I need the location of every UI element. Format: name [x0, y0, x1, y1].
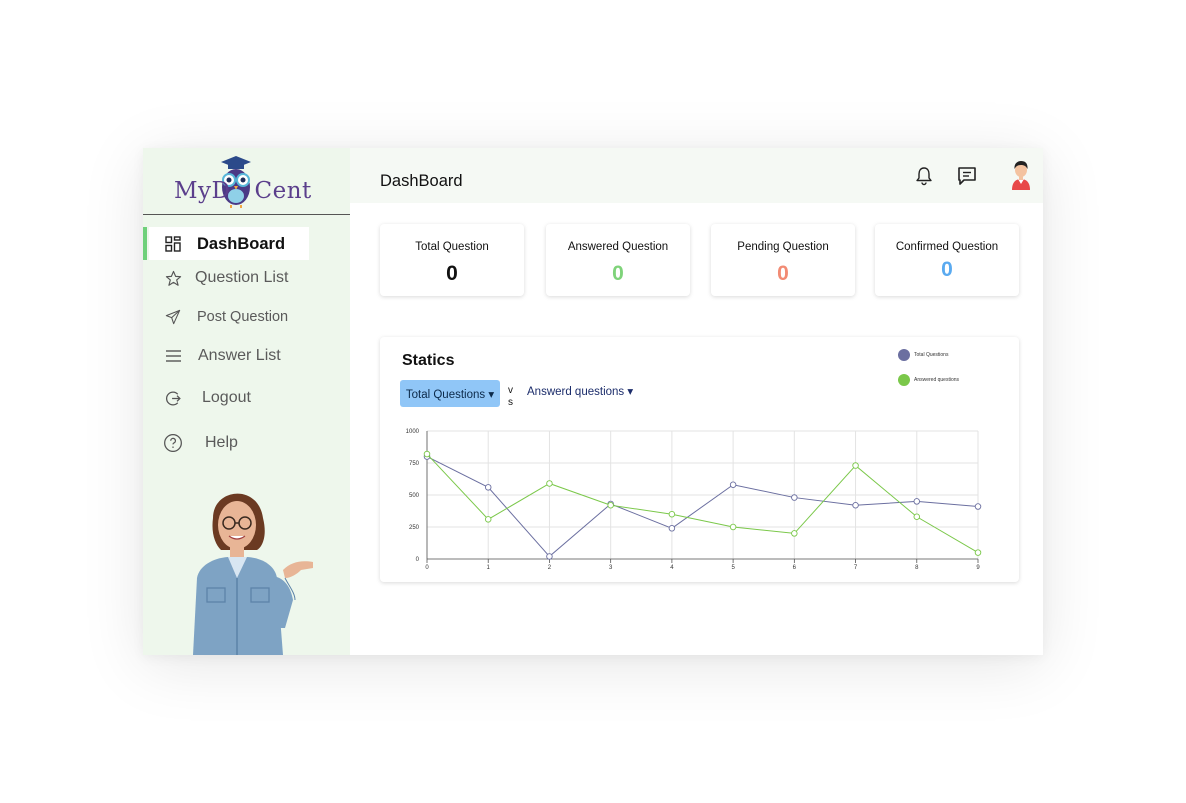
logout-icon: [163, 388, 183, 408]
data-point: [484, 484, 492, 491]
stat-label: Total Question: [415, 241, 489, 253]
x-tick-label: 9: [976, 565, 980, 571]
statics-panel: Statics Total Questions ▾ vs Answerd que…: [380, 337, 1019, 582]
page-title: DashBoard: [380, 172, 463, 190]
data-point: [546, 553, 553, 560]
sidebar-item-label: Help: [205, 434, 238, 451]
help-circle-icon: [163, 433, 183, 453]
star-icon: [163, 268, 183, 288]
stat-card-confirmed-question[interactable]: Confirmed Question 0: [875, 224, 1019, 296]
sidebar-item-answer-list[interactable]: Answer List: [163, 346, 281, 366]
data-point: [729, 481, 737, 489]
menu-lines-icon: [163, 346, 183, 366]
logo-text-right: Cent: [254, 178, 312, 204]
sidebar-item-dashboard[interactable]: DashBoard: [163, 234, 285, 254]
x-tick-label: 4: [670, 565, 674, 571]
x-tick-label: 6: [793, 565, 797, 571]
logo-text-left: MyD: [174, 178, 231, 204]
y-tick-label: 500: [409, 493, 420, 499]
data-point: [423, 450, 431, 458]
sidebar-item-question-list[interactable]: Question List: [163, 268, 288, 288]
stat-label: Pending Question: [737, 241, 829, 253]
x-tick-label: 3: [609, 565, 613, 571]
x-tick-label: 5: [731, 565, 735, 571]
sidebar-item-post-question[interactable]: Post Question: [163, 307, 288, 327]
data-point: [729, 523, 737, 531]
bell-icon[interactable]: [915, 166, 933, 186]
y-tick-label: 250: [409, 525, 420, 531]
x-tick-label: 2: [548, 565, 552, 571]
data-point: [974, 549, 982, 556]
stat-value: 0: [612, 262, 624, 285]
x-tick-label: 0: [425, 565, 429, 571]
data-point: [668, 525, 676, 532]
data-point: [668, 510, 676, 518]
y-tick-label: 0: [416, 557, 420, 563]
user-avatar-icon[interactable]: [1009, 160, 1033, 190]
send-icon: [163, 307, 183, 327]
stat-card-pending-question[interactable]: Pending Question 0: [711, 224, 855, 296]
y-tick-label: 1000: [406, 429, 420, 435]
nav-active-indicator: [143, 227, 147, 260]
dashboard-grid-icon: [163, 234, 183, 254]
woman-pointing-illustration: [193, 493, 313, 655]
stat-value: 0: [941, 258, 953, 281]
sidebar-item-label: Question List: [195, 269, 289, 286]
chat-icon[interactable]: [956, 165, 978, 187]
sidebar-item-help[interactable]: Help: [163, 433, 238, 453]
data-point: [791, 494, 798, 501]
x-tick-label: 7: [854, 565, 858, 571]
app-window: MyD Cent DashBoard Question List Post Qu…: [143, 148, 1043, 655]
series-line: [426, 453, 979, 554]
data-point: [913, 498, 921, 505]
data-point: [484, 516, 492, 523]
sidebar-item-label: DashBoard: [197, 234, 286, 253]
data-point: [791, 530, 798, 537]
x-tick-label: 1: [487, 565, 491, 571]
y-tick-label: 750: [409, 461, 420, 467]
logo-text: MyD Cent: [174, 178, 312, 204]
stat-value: 0: [446, 262, 458, 285]
line-chart: 0 250 500 750 1000 0 1 2 3 4 5 6 7 8 9: [406, 429, 982, 571]
stat-value: 0: [777, 262, 789, 285]
top-header: DashBoard: [350, 148, 1043, 203]
data-point: [974, 503, 982, 510]
x-tick-label: 8: [915, 565, 919, 571]
stat-card-answered-question[interactable]: Answered Question 0: [546, 224, 690, 296]
sidebar-item-label: Post Question: [197, 309, 289, 325]
data-point: [546, 480, 553, 487]
stat-label: Answered Question: [567, 241, 669, 253]
stat-label: Confirmed Question: [895, 241, 999, 253]
data-point: [607, 501, 614, 509]
data-point: [852, 462, 859, 469]
stat-card-total-question[interactable]: Total Question 0: [380, 224, 524, 296]
screen: MyD Cent DashBoard Question List Post Qu…: [0, 0, 1186, 803]
data-point: [913, 513, 921, 521]
data-point: [852, 501, 859, 509]
sidebar-item-label: Logout: [202, 389, 251, 406]
sidebar-item-label: Answer List: [198, 347, 281, 364]
sidebar-item-logout[interactable]: Logout: [163, 388, 251, 408]
logo[interactable]: MyD Cent: [143, 148, 350, 215]
sidebar: MyD Cent DashBoard Question List Post Qu…: [143, 148, 350, 655]
